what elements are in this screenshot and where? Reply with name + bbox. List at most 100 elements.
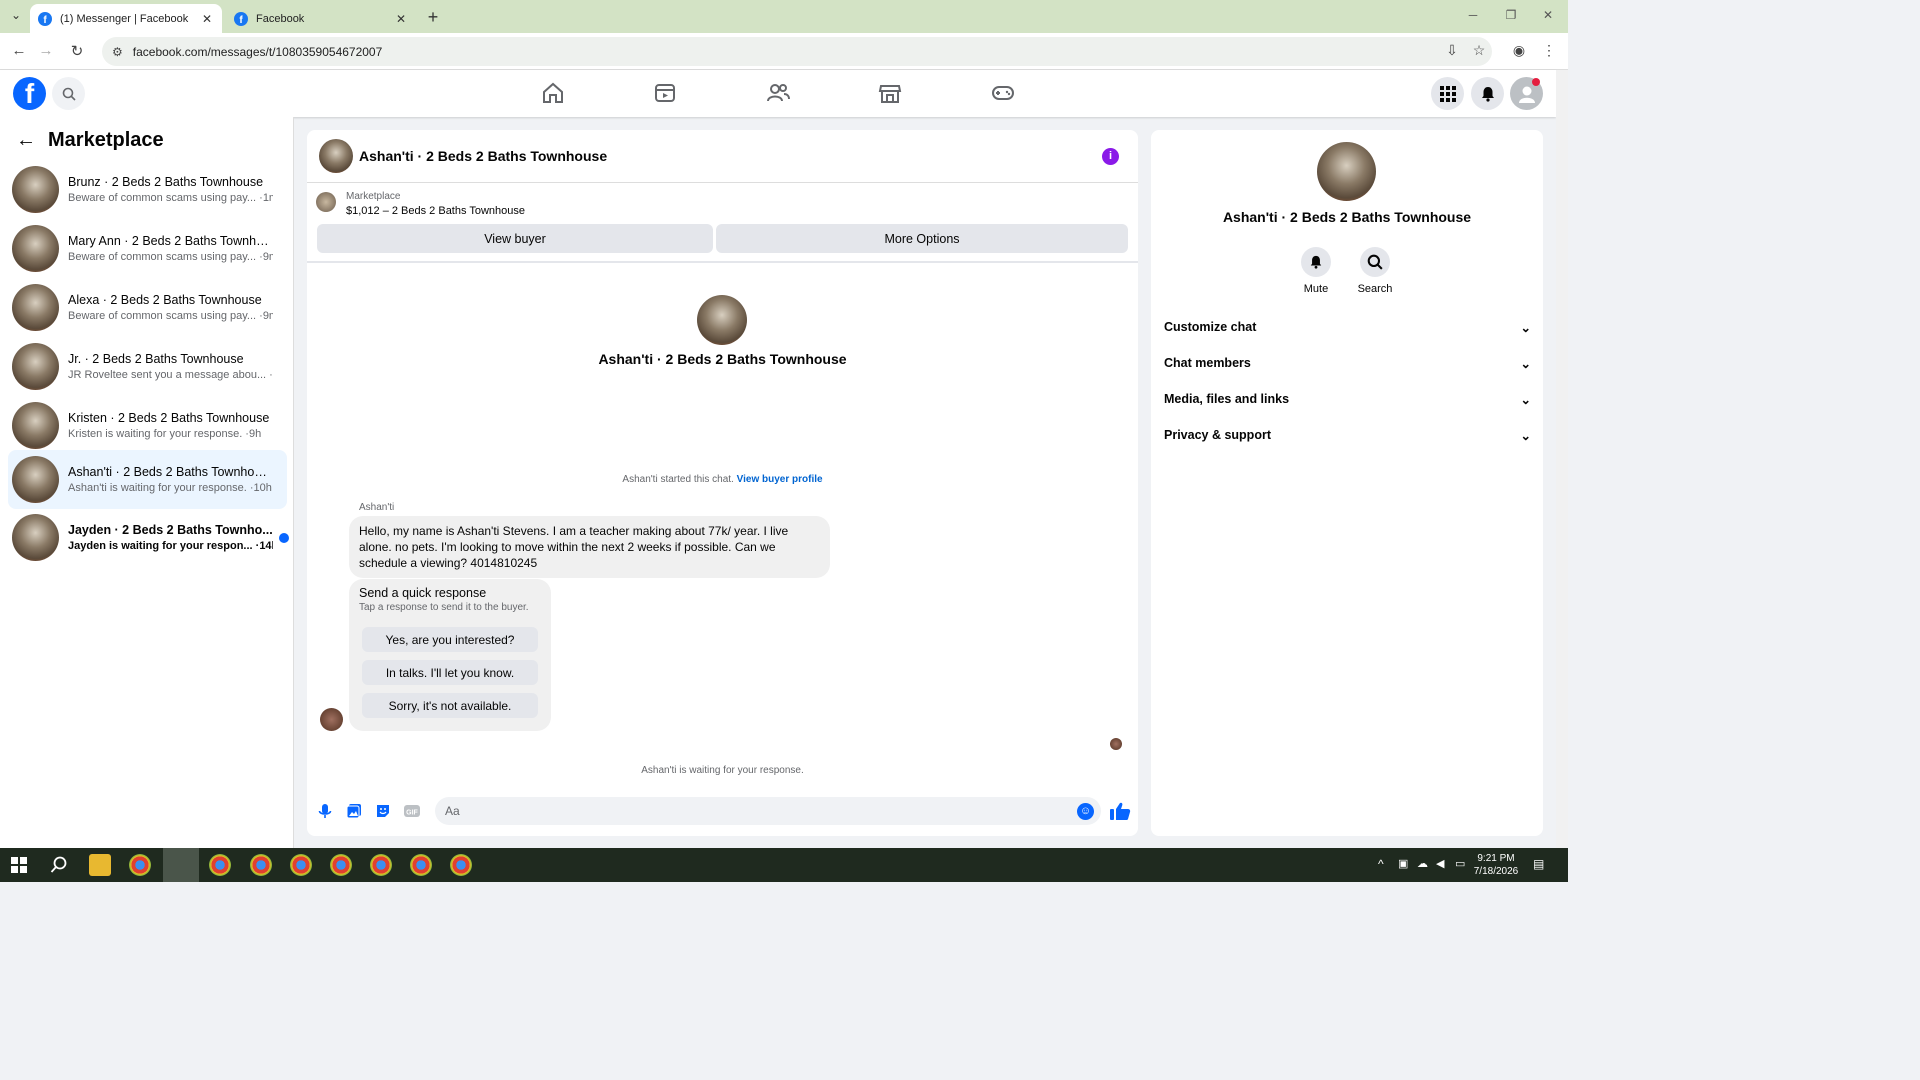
message-sender: Ashan'ti [359,502,395,513]
media-files-links-row[interactable]: Media, files and links ⌄ [1164,389,1531,409]
chrome-app-icon[interactable] [450,854,472,876]
message-bubble[interactable]: Hello, my name is Ashan'ti Stevens. I am… [349,516,830,578]
details-avatar[interactable] [1317,142,1376,201]
more-options-button[interactable]: More Options [716,224,1128,253]
photo-icon[interactable] [345,802,363,820]
tray-chevron-icon[interactable]: ^ [1378,857,1384,871]
listing-thumbnail [12,343,59,390]
seen-indicator-avatar [1110,738,1122,750]
taskbar-search-icon[interactable] [50,856,68,874]
profile-icon[interactable]: ◉ [1510,42,1528,59]
message-input-placeholder: Aa [445,804,460,818]
sender-avatar[interactable] [320,708,343,731]
restore-icon[interactable]: ❐ [1502,8,1520,22]
conversation-sidebar: ← Marketplace Brunz · 2 Beds 2 Baths Tow… [0,117,294,848]
chrome-app-icon[interactable] [250,854,272,876]
chrome-app-icon[interactable] [410,854,432,876]
microphone-icon[interactable] [316,802,334,820]
listing-title[interactable]: $1,012 – 2 Beds 2 Baths Townhouse [346,205,525,217]
forward-icon[interactable]: → [37,42,55,59]
close-tab-icon[interactable]: ✕ [200,12,214,26]
message-input[interactable]: Aa [435,797,1101,825]
window-close-icon[interactable]: ✕ [1539,8,1557,22]
quick-response-title: Send a quick response [359,586,487,600]
sticker-icon[interactable] [374,802,392,820]
close-tab-icon[interactable]: ✕ [394,12,408,26]
privacy-support-row[interactable]: Privacy & support ⌄ [1164,425,1531,445]
customize-chat-row[interactable]: Customize chat ⌄ [1164,317,1531,337]
home-icon[interactable] [540,80,566,106]
install-app-icon[interactable]: ⇩ [1443,42,1461,59]
conversation-item-selected[interactable]: Ashan'ti · 2 Beds 2 Baths Townhouse Ashan… [8,450,287,509]
chevron-down-icon: ⌄ [1520,356,1531,371]
chat-header: Ashan'ti · 2 Beds 2 Baths Townhouse i [307,130,1138,183]
contact-avatar[interactable] [697,295,747,345]
conversation-name: Kristen · 2 Beds 2 Baths Townhouse [68,411,270,425]
tab-messenger[interactable]: f (1) Messenger | Facebook ✕ [30,4,222,33]
chat-avatar[interactable] [319,139,353,173]
notifications-bell-icon[interactable] [1471,77,1504,110]
site-info-icon[interactable]: ⚙ [112,45,123,59]
network-icon[interactable]: ☁ [1417,857,1428,870]
menu-grid-icon[interactable] [1431,77,1464,110]
chrome-app-icon[interactable] [330,854,352,876]
quick-response-button[interactable]: Sorry, it's not available. [362,693,538,718]
windows-start-icon[interactable] [11,857,27,873]
marketplace-icon[interactable] [877,80,903,106]
conversation-preview: Kristen is waiting for your response. ·9… [68,428,262,440]
chat-title[interactable]: Ashan'ti · 2 Beds 2 Baths Townhouse [359,148,607,164]
quick-response-button[interactable]: Yes, are you interested? [362,627,538,652]
back-icon[interactable]: ← [10,42,28,59]
chrome-app-icon[interactable] [129,854,151,876]
new-tab-button[interactable]: + [424,7,442,28]
video-icon[interactable] [652,80,678,106]
taskbar-active-app[interactable] [163,848,199,882]
chrome-app-icon[interactable] [209,854,231,876]
tab-search-icon[interactable]: ⌄ [6,8,26,26]
view-buyer-button[interactable]: View buyer [317,224,713,253]
url-field[interactable]: ⚙ facebook.com/messages/t/10803590546720… [102,37,1492,66]
conversation-item[interactable]: Jr. · 2 Beds 2 Baths Townhouse JR Rovelte… [8,338,287,395]
friends-icon[interactable] [765,80,791,106]
conversation-item-unread[interactable]: Jayden · 2 Beds 2 Baths Townho... Jayden … [8,509,289,566]
conversation-preview: Beware of common scams using pay... ·9m [68,310,273,322]
conversation-item[interactable]: Kristen · 2 Beds 2 Baths Townhouse Kriste… [8,397,287,454]
unread-dot-icon [279,533,289,543]
conversation-item[interactable]: Brunz · 2 Beds 2 Baths Townhouse Beware o… [8,161,287,218]
info-icon[interactable]: i [1102,148,1119,165]
mute-button[interactable]: Mute [1291,247,1341,295]
conversation-item[interactable]: Alexa · 2 Beds 2 Baths Townhouse Beware o… [8,279,287,336]
back-arrow-icon[interactable]: ← [16,129,36,152]
page-scrollbar[interactable] [1556,70,1568,848]
view-buyer-profile-link[interactable]: View buyer profile [737,474,823,485]
quick-response-button[interactable]: In talks. I'll let you know. [362,660,538,685]
search-icon[interactable] [1360,247,1390,277]
like-thumb-icon[interactable] [1109,801,1131,821]
tab-facebook[interactable]: f Facebook ✕ [226,4,416,33]
facebook-logo-icon[interactable]: f [13,77,46,110]
windows-taskbar: ^ ▣ ☁ ◀ ▭ 9:21 PM 7/18/2026 ▤ [0,848,1568,882]
chat-members-row[interactable]: Chat members ⌄ [1164,353,1531,373]
tray-meet-icon[interactable]: ▣ [1398,857,1408,870]
chrome-app-icon[interactable] [290,854,312,876]
gif-icon[interactable]: GIF [403,802,421,820]
emoji-icon[interactable]: ☺ [1077,803,1094,820]
contact-name: Ashan'ti · 2 Beds 2 Baths Townhouse [598,351,847,367]
volume-icon[interactable]: ◀ [1436,857,1444,870]
search-button[interactable]: Search [1350,247,1400,295]
bookmark-star-icon[interactable]: ☆ [1470,42,1488,59]
gaming-icon[interactable] [990,80,1016,106]
file-explorer-icon[interactable] [89,854,111,876]
listing-thumbnail [12,225,59,272]
menu-kebab-icon[interactable]: ⋮ [1540,42,1558,59]
taskbar-clock[interactable]: 9:21 PM 7/18/2026 [1466,852,1526,878]
minimize-icon[interactable]: ─ [1464,8,1482,22]
notification-center-icon[interactable]: ▤ [1533,857,1544,871]
search-icon[interactable] [52,77,85,110]
conversation-item[interactable]: Mary Ann · 2 Beds 2 Baths Townho... Bewar… [8,220,287,277]
chrome-app-icon[interactable] [370,854,392,876]
bell-icon[interactable] [1301,247,1331,277]
listing-thumbnail [12,514,59,561]
display-icon[interactable]: ▭ [1455,857,1465,870]
reload-icon[interactable]: ↻ [68,42,86,60]
